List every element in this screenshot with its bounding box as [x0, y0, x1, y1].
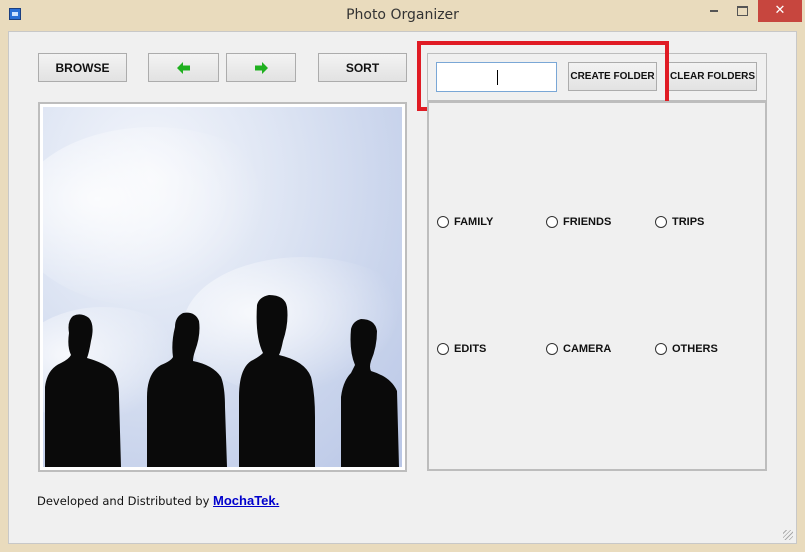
folder-label: FRIENDS	[563, 216, 612, 228]
folder-radio-others[interactable]: OTHERS	[655, 343, 718, 355]
maximize-button[interactable]	[728, 0, 756, 22]
footer-credit: Developed and Distributed by MochaTek.	[37, 493, 279, 508]
folder-radio-family[interactable]: FAMILY	[437, 216, 493, 228]
minimize-icon	[710, 9, 718, 12]
right-arrow-icon	[255, 61, 268, 74]
window-title: Photo Organizer	[346, 7, 459, 23]
radio-circle	[546, 216, 558, 228]
folder-radio-friends[interactable]: FRIENDS	[546, 216, 611, 228]
radio-circle	[546, 343, 558, 355]
title-bar[interactable]: Photo Organizer ✕	[0, 0, 805, 31]
clear-folders-button[interactable]: CLEAR FOLDERS	[668, 62, 757, 91]
radio-circle	[437, 343, 449, 355]
previous-button[interactable]	[148, 53, 219, 82]
folder-label: CAMERA	[563, 343, 612, 355]
silhouettes-image	[43, 127, 402, 467]
resize-grip-icon[interactable]	[783, 530, 793, 540]
folder-label: TRIPS	[672, 216, 705, 228]
folder-radio-camera[interactable]: CAMERA	[546, 343, 611, 355]
folder-radio-trips[interactable]: TRIPS	[655, 216, 704, 228]
maximize-icon	[736, 5, 748, 16]
close-button[interactable]: ✕	[758, 0, 802, 22]
close-icon: ✕	[774, 3, 786, 18]
folder-list-panel	[427, 101, 767, 471]
photo-image	[43, 107, 402, 467]
main-panel: BROWSE SORT CREATE FOLDER CLEAR FOLDERS …	[8, 31, 797, 544]
minimize-button[interactable]	[700, 0, 728, 22]
next-button[interactable]	[226, 53, 296, 82]
photo-preview	[38, 102, 407, 472]
radio-circle	[655, 216, 667, 228]
footer-text: Developed and Distributed by	[37, 494, 210, 508]
folder-label: FAMILY	[454, 216, 494, 228]
folder-label: EDITS	[454, 343, 487, 355]
left-arrow-icon	[176, 61, 190, 74]
mochatek-link[interactable]: MochaTek.	[213, 493, 279, 508]
sort-button[interactable]: SORT	[318, 53, 407, 82]
folder-radio-edits[interactable]: EDITS	[437, 343, 486, 355]
radio-circle	[437, 216, 449, 228]
text-caret	[497, 70, 498, 85]
app-window: Photo Organizer ✕ BROWSE SORT CREATE FOL…	[0, 0, 805, 552]
folder-label: OTHERS	[672, 343, 718, 355]
browse-button[interactable]: BROWSE	[38, 53, 127, 82]
radio-circle	[655, 343, 667, 355]
create-folder-button[interactable]: CREATE FOLDER	[568, 62, 657, 91]
